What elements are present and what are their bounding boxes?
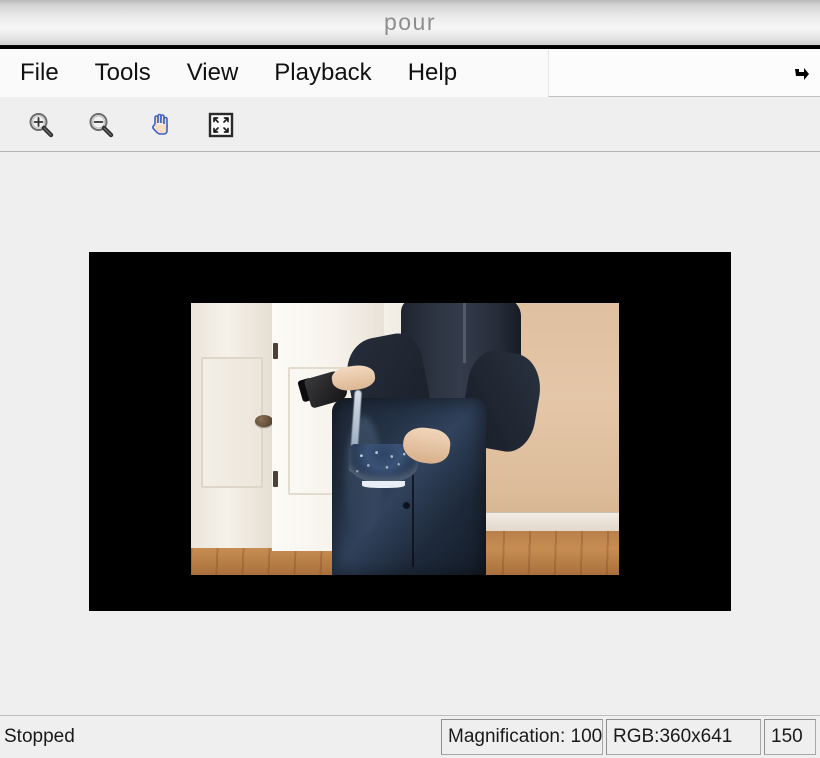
video-frame-scene (191, 303, 619, 575)
scene-door-left-panel (200, 356, 264, 489)
menu-item-list: File Tools View Playback Help (0, 49, 461, 97)
video-viewer-window: pour File Tools View Playback Help Stopp… (0, 0, 820, 758)
menu-item-tools[interactable]: Tools (91, 59, 155, 87)
scene-chair-button (403, 502, 411, 510)
color-size-panel: RGB:360x641 (606, 719, 761, 755)
menu-bar-right-region (548, 49, 820, 97)
video-frame (191, 303, 619, 575)
frame-number-panel: 150 (764, 719, 816, 755)
pan-hand-icon (152, 113, 168, 135)
status-bar: Stopped Magnification: 100% RGB:360x641 … (0, 715, 820, 758)
zoom-out-button[interactable] (82, 106, 120, 144)
zoom-in-button[interactable] (22, 106, 60, 144)
video-display-area[interactable] (0, 152, 820, 715)
magnification-panel[interactable]: Magnification: 100% (441, 719, 603, 755)
toolbar (0, 97, 820, 152)
window-title: pour (383, 9, 437, 35)
fit-to-window-button[interactable] (202, 106, 240, 144)
menu-item-view[interactable]: View (183, 59, 243, 87)
scene-door-hinge-top (273, 342, 279, 359)
scene-door-hinge-bottom (273, 471, 279, 488)
playback-state-label: Stopped (4, 726, 75, 747)
scene-bowl-base (362, 481, 405, 488)
menu-item-playback[interactable]: Playback (270, 59, 375, 87)
scene-doorknob-left (255, 414, 274, 427)
menu-bar: File Tools View Playback Help (0, 46, 820, 97)
title-bar: pour (0, 0, 820, 49)
fit-to-window-icon (208, 112, 234, 137)
zoom-out-icon (89, 112, 114, 137)
menu-item-help[interactable]: Help (404, 59, 461, 87)
video-canvas[interactable] (89, 252, 731, 611)
menu-item-file[interactable]: File (16, 59, 63, 87)
undock-arrow-icon[interactable] (793, 64, 811, 82)
pan-button[interactable] (142, 106, 180, 144)
zoom-in-icon (29, 112, 54, 137)
status-panel-group: Magnification: 100% RGB:360x641 150 (441, 719, 820, 755)
scene-jacket-zipper (463, 303, 467, 363)
